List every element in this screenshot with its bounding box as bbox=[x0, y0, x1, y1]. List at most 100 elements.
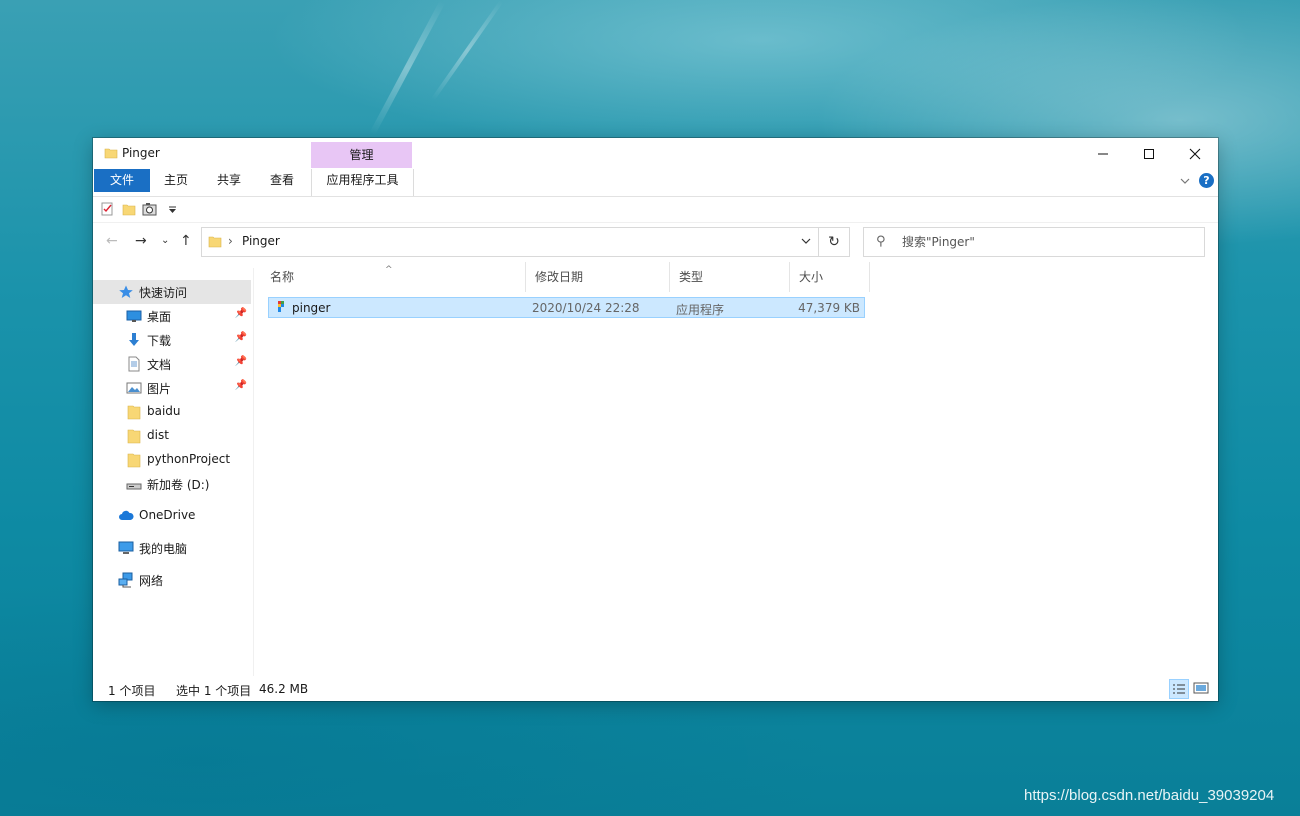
details-view-button[interactable] bbox=[1169, 679, 1189, 699]
close-icon bbox=[1189, 148, 1201, 159]
file-size: 47,379 KB bbox=[798, 301, 860, 315]
sidebar-item-label: 我的电脑 bbox=[139, 542, 188, 556]
sidebar-item-label: 快速访问 bbox=[139, 286, 188, 300]
address-bar[interactable]: › Pinger bbox=[201, 227, 819, 257]
breadcrumb-current[interactable]: Pinger bbox=[242, 234, 280, 248]
sidebar-item-label: baidu bbox=[147, 404, 181, 418]
large-icons-view-icon bbox=[1193, 682, 1209, 694]
customize-toolbar-icon[interactable] bbox=[168, 206, 177, 214]
sidebar-item-label: 网络 bbox=[139, 574, 164, 588]
pin-icon[interactable]: 📌 bbox=[235, 380, 247, 391]
search-icon: ⚲ bbox=[876, 234, 886, 249]
sidebar-item-this-pc[interactable]: 我的电脑 bbox=[93, 536, 251, 560]
folder-icon bbox=[127, 453, 141, 468]
file-explorer-window: Pinger 管理 文件 主页 共享 查看 应用程序工具 ? ← → ⌄ ↑ ›… bbox=[93, 138, 1218, 701]
star-icon bbox=[119, 285, 133, 298]
chevron-down-icon[interactable] bbox=[1179, 175, 1191, 187]
file-date: 2020/10/24 22:28 bbox=[532, 301, 640, 315]
tab-home[interactable]: 主页 bbox=[155, 169, 197, 192]
navigation-bar: ← → ⌄ ↑ › Pinger ↻ ⚲ bbox=[93, 223, 1218, 261]
status-selected-size: 46.2 MB bbox=[259, 682, 309, 696]
forward-arrow-icon[interactable]: → bbox=[135, 233, 147, 249]
sidebar-item-pythonproject[interactable]: pythonProject bbox=[93, 448, 251, 472]
sidebar-item-dist[interactable]: dist bbox=[93, 424, 251, 448]
ribbon-tab-bar: 文件 主页 共享 查看 应用程序工具 ? bbox=[93, 169, 1218, 197]
folder-icon bbox=[127, 405, 141, 420]
sidebar-item-label: 图片 bbox=[147, 382, 172, 396]
maximize-icon bbox=[1144, 148, 1154, 159]
column-header-label: 修改日期 bbox=[535, 270, 584, 284]
folder-icon bbox=[127, 429, 141, 444]
watermark-url: https://blog.csdn.net/baidu_39039204 bbox=[1024, 787, 1275, 804]
tab-file[interactable]: 文件 bbox=[94, 169, 150, 192]
computer-icon bbox=[118, 541, 134, 554]
column-header-label: 大小 bbox=[799, 270, 824, 284]
search-input[interactable] bbox=[902, 233, 1192, 251]
details-view-icon bbox=[1173, 684, 1185, 694]
tab-view[interactable]: 查看 bbox=[261, 169, 303, 192]
picture-icon bbox=[126, 382, 142, 394]
sidebar-item-baidu[interactable]: baidu bbox=[93, 400, 251, 424]
sidebar-item-drive-d[interactable]: 新加卷 (D:) bbox=[93, 472, 251, 496]
column-header-size[interactable]: 大小 bbox=[790, 262, 870, 292]
context-tab-group-title: 管理 bbox=[311, 142, 412, 168]
column-header-date[interactable]: 修改日期 bbox=[526, 262, 670, 292]
application-icon bbox=[278, 301, 284, 312]
search-box[interactable]: ⚲ bbox=[863, 227, 1205, 257]
new-folder-icon[interactable] bbox=[122, 202, 136, 216]
status-bar: 1 个项目 选中 1 个项目 46.2 MB bbox=[93, 676, 1218, 701]
sidebar-item-desktop[interactable]: 桌面 📌 bbox=[93, 304, 251, 328]
close-button[interactable] bbox=[1172, 138, 1218, 169]
recent-locations-chevron-icon[interactable]: ⌄ bbox=[161, 235, 169, 246]
column-header-name[interactable]: ^ 名称 bbox=[261, 262, 526, 292]
pin-icon[interactable]: 📌 bbox=[235, 332, 247, 343]
sidebar-item-label: 下载 bbox=[147, 334, 172, 348]
maximize-button[interactable] bbox=[1126, 138, 1172, 169]
column-header-label: 类型 bbox=[679, 270, 704, 284]
quick-access-toolbar bbox=[93, 197, 1218, 223]
sidebar-item-label: 新加卷 (D:) bbox=[147, 478, 210, 492]
refresh-button[interactable]: ↻ bbox=[819, 227, 850, 257]
file-name: pinger bbox=[292, 301, 331, 315]
pin-icon[interactable]: 📌 bbox=[235, 308, 247, 319]
title-bar[interactable]: Pinger 管理 bbox=[93, 138, 1218, 169]
ribbon-controls: ? bbox=[1179, 173, 1214, 188]
sidebar-item-label: 桌面 bbox=[147, 310, 172, 324]
minimize-button[interactable] bbox=[1080, 138, 1126, 169]
sidebar-item-network[interactable]: 网络 bbox=[93, 568, 251, 592]
address-dropdown-icon[interactable] bbox=[800, 234, 812, 248]
navigation-pane: 快速访问 桌面 📌 下载 📌 文档 📌 图片 📌 baidu dist pyth… bbox=[93, 268, 254, 676]
sidebar-item-quick-access[interactable]: 快速访问 bbox=[93, 280, 251, 304]
camera-icon[interactable] bbox=[142, 202, 157, 216]
file-row[interactable]: pinger 2020/10/24 22:28 应用程序 47,379 KB bbox=[268, 297, 865, 318]
file-list: ^ 名称 修改日期 类型 大小 pinger 2020/10/24 22:28 … bbox=[261, 262, 1211, 676]
large-icons-view-button[interactable] bbox=[1192, 679, 1212, 699]
properties-icon[interactable] bbox=[101, 202, 114, 216]
tab-application-tools[interactable]: 应用程序工具 bbox=[311, 169, 414, 196]
folder-icon bbox=[208, 236, 222, 248]
help-icon[interactable]: ? bbox=[1199, 173, 1214, 188]
pin-icon[interactable]: 📌 bbox=[235, 356, 247, 367]
status-selected-count: 选中 1 个项目 bbox=[176, 684, 252, 698]
folder-icon bbox=[104, 148, 118, 159]
sidebar-item-documents[interactable]: 文档 📌 bbox=[93, 352, 251, 376]
sidebar-item-pictures[interactable]: 图片 📌 bbox=[93, 376, 251, 400]
sidebar-item-onedrive[interactable]: OneDrive bbox=[93, 504, 251, 528]
status-item-count: 1 个项目 bbox=[108, 684, 156, 698]
desktop-light-streak bbox=[431, 0, 504, 101]
network-icon bbox=[118, 572, 133, 588]
file-type: 应用程序 bbox=[676, 303, 725, 317]
sidebar-item-label: OneDrive bbox=[139, 508, 196, 522]
column-header-type[interactable]: 类型 bbox=[670, 262, 790, 292]
minimize-icon bbox=[1098, 153, 1108, 154]
tab-share[interactable]: 共享 bbox=[208, 169, 250, 192]
sidebar-item-downloads[interactable]: 下载 📌 bbox=[93, 328, 251, 352]
up-arrow-icon[interactable]: ↑ bbox=[180, 233, 192, 249]
drive-icon bbox=[126, 483, 142, 490]
breadcrumb-chevron-icon[interactable]: › bbox=[228, 234, 233, 248]
back-arrow-icon[interactable]: ← bbox=[106, 233, 118, 249]
window-title: Pinger bbox=[122, 146, 160, 160]
sidebar-item-label: 文档 bbox=[147, 358, 172, 372]
document-icon bbox=[128, 356, 140, 372]
sidebar-item-label: dist bbox=[147, 428, 169, 442]
